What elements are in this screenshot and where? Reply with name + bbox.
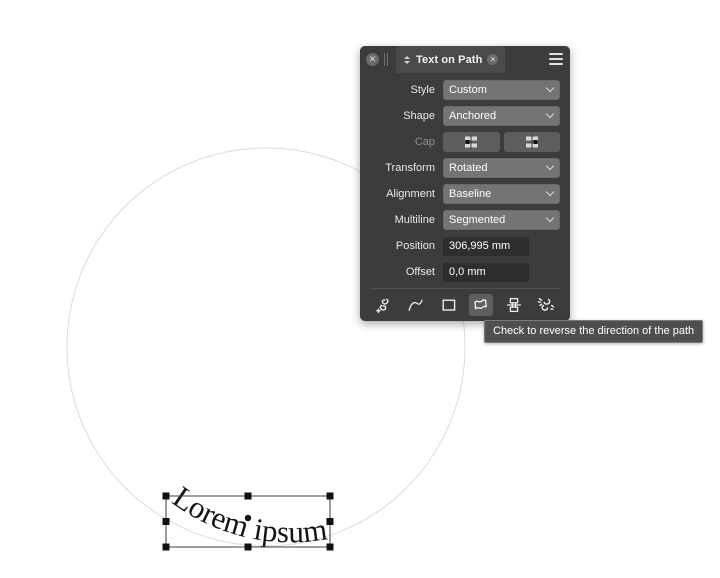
hamburger-menu-icon[interactable] [549, 53, 563, 65]
cap-end-icon [525, 135, 538, 149]
tooltip: Check to reverse the direction of the pa… [484, 320, 704, 343]
panel-toolbar [360, 289, 570, 321]
chevron-down-icon [545, 189, 554, 198]
panel-body: Style Custom Shape Anchored Cap Transfor… [360, 73, 570, 289]
text-anchor-point [244, 514, 252, 522]
label-offset: Offset [405, 266, 435, 278]
panel-title: Text on Path [416, 53, 483, 66]
style-select[interactable]: Custom [443, 80, 560, 100]
row-alignment: Alignment Baseline [370, 184, 560, 204]
row-cap: Cap [370, 132, 560, 152]
offset-input[interactable]: 0,0 mm [443, 262, 529, 282]
text-on-path-object[interactable]: Lorem ipsum [167, 479, 329, 549]
panel-drag-handle[interactable] [384, 53, 392, 66]
multiline-select[interactable]: Segmented [443, 210, 560, 230]
reverse-path-direction-icon [474, 299, 488, 310]
alignment-select-value: Baseline [449, 188, 492, 200]
cap-end-button[interactable] [503, 132, 560, 152]
text-on-path-label: Lorem ipsum [167, 479, 329, 549]
style-select-value: Custom [449, 84, 487, 96]
chevron-down-icon [545, 215, 554, 224]
label-cap: Cap [414, 136, 435, 148]
chevron-down-icon [545, 111, 554, 120]
alignment-select[interactable]: Baseline [443, 184, 560, 204]
cap-button-group [443, 132, 560, 152]
row-offset: Offset 0,0 mm [370, 262, 560, 282]
label-shape: Shape [403, 110, 435, 122]
chevron-down-icon [545, 85, 554, 94]
label-alignment: Alignment [386, 188, 435, 200]
curve-path-icon [408, 299, 424, 312]
chevron-down-icon [545, 163, 554, 172]
row-position: Position 306,995 mm [370, 236, 560, 256]
label-position: Position [395, 240, 435, 252]
cap-start-icon [465, 135, 478, 149]
panel-titlebar[interactable]: ✕ Text on Path ✕ [360, 46, 570, 73]
window-close-icon[interactable]: ✕ [366, 53, 379, 66]
tab-text-on-path[interactable]: Text on Path ✕ [396, 46, 506, 73]
multiline-select-value: Segmented [449, 214, 506, 226]
rectangle-path-button[interactable] [437, 294, 461, 316]
curve-path-button[interactable] [404, 294, 428, 316]
reverse-path-direction-button[interactable] [469, 294, 494, 316]
tab-close-icon[interactable]: ✕ [487, 54, 499, 65]
label-multiline: Multiline [394, 214, 435, 226]
selection-handle-top-right [326, 492, 334, 500]
selection-handle-top-center [244, 492, 252, 500]
text-on-path-panel[interactable]: ✕ Text on Path ✕ Style Custom Shape Anch… [360, 46, 570, 321]
transform-select-value: Rotated [449, 162, 488, 174]
label-style: Style [410, 84, 435, 96]
selection-handle-bottom-center [244, 543, 252, 551]
detach-text-from-path-button[interactable] [534, 294, 558, 316]
selection-handle-middle-right [326, 518, 334, 525]
selection-handle-top-left [162, 492, 170, 500]
flip-text-icon [506, 297, 521, 313]
rectangle-path-icon [442, 299, 456, 311]
position-input[interactable]: 306,995 mm [443, 236, 529, 256]
selection-handle-bottom-left [162, 543, 170, 551]
flip-text-button[interactable] [502, 294, 526, 316]
selection-handle-bottom-right [326, 543, 334, 551]
label-transform: Transform [385, 162, 435, 174]
transform-select[interactable]: Rotated [443, 158, 560, 178]
offset-input-value: 0,0 mm [449, 266, 486, 278]
attach-text-to-path-button[interactable] [372, 294, 396, 316]
selection-handle-middle-left [162, 518, 170, 525]
cap-start-button[interactable] [443, 132, 500, 152]
detach-text-from-path-icon [537, 297, 555, 311]
chevron-updown-icon [403, 54, 411, 66]
row-multiline: Multiline Segmented [370, 210, 560, 230]
row-transform: Transform Rotated [370, 158, 560, 178]
shape-select-value: Anchored [449, 110, 497, 122]
attach-text-to-path-icon [376, 298, 389, 314]
shape-select[interactable]: Anchored [443, 106, 560, 126]
position-input-value: 306,995 mm [449, 240, 511, 252]
row-style: Style Custom [370, 80, 560, 100]
row-shape: Shape Anchored [370, 106, 560, 126]
